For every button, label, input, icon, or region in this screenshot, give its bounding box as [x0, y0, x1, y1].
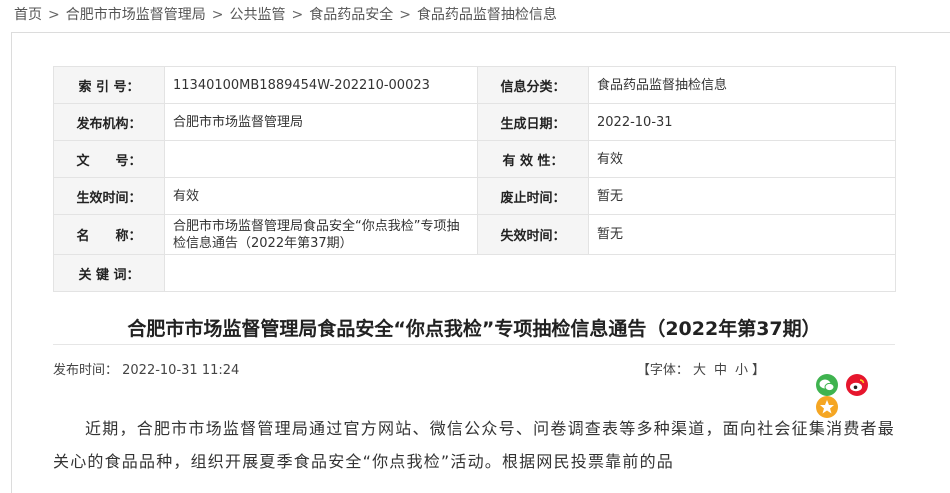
doc-number-value [164, 140, 478, 178]
validity-label: 有 效 性： [477, 140, 589, 178]
table-row: 关 键 词： [53, 254, 896, 292]
category-value: 食品药品监督抽检信息 [588, 66, 896, 104]
publisher-label: 发布机构： [53, 103, 165, 141]
breadcrumb-separator: > [48, 7, 60, 23]
breadcrumb-public-supervision[interactable]: 公共监管 [229, 7, 285, 23]
table-row: 名 称： 合肥市市场监督管理局食品安全“你点我检”专项抽检信息通告（2022年第… [53, 214, 896, 255]
validity-value: 有效 [588, 140, 896, 178]
repeal-time-label: 废止时间： [477, 177, 589, 215]
article-title: 合肥市市场监督管理局食品安全“你点我检”专项抽检信息通告（2022年第37期） [127, 318, 821, 340]
doc-number-label: 文 号： [53, 140, 165, 178]
breadcrumb-current[interactable]: 食品药品监督抽检信息 [417, 7, 557, 23]
table-row: 索 引 号： 11340100MB1889454W-202210-00023 信… [53, 66, 896, 104]
font-size-close: 】 [751, 363, 765, 378]
index-value: 11340100MB1889454W-202210-00023 [164, 66, 478, 104]
metadata-table: 索 引 号： 11340100MB1889454W-202210-00023 信… [53, 66, 896, 292]
name-label: 名 称： [53, 214, 165, 255]
effective-time-label: 生效时间： [53, 177, 165, 215]
article-paragraph: 近期，合肥市市场监督管理局通过官方网站、微信公众号、问卷调查表等多种渠道，面向社… [53, 419, 895, 471]
name-value: 合肥市市场监督管理局食品安全“你点我检”专项抽检信息通告（2022年第37期） [164, 214, 478, 255]
article-body: 近期，合肥市市场监督管理局通过官方网站、微信公众号、问卷调查表等多种渠道，面向社… [53, 412, 895, 478]
repeal-time-value: 暂无 [588, 177, 896, 215]
table-row: 生效时间： 有效 废止时间： 暂无 [53, 177, 896, 215]
publish-time: 发布时间： 2022-10-31 11:24 [53, 363, 240, 378]
keywords-label: 关 键 词： [53, 254, 165, 292]
created-date-label: 生成日期： [477, 103, 589, 141]
publisher-value: 合肥市市场监督管理局 [164, 103, 478, 141]
keywords-value [164, 254, 896, 292]
breadcrumb-separator: > [399, 7, 411, 23]
table-row: 文 号： 有 效 性： 有效 [53, 140, 896, 178]
effective-time-value: 有效 [164, 177, 478, 215]
expire-time-value: 暂无 [588, 214, 896, 255]
index-label: 索 引 号： [53, 66, 165, 104]
created-date-value: 2022-10-31 [588, 103, 896, 141]
font-large-button[interactable]: 大 [693, 363, 706, 378]
font-small-button[interactable]: 小 [735, 363, 748, 378]
table-row: 发布机构： 合肥市市场监督管理局 生成日期： 2022-10-31 [53, 103, 896, 141]
font-size-control: 【字体： 大中小】 [637, 359, 765, 378]
font-size-label: 【字体： [636, 363, 689, 378]
article-info-bar: 发布时间： 2022-10-31 11:24 【字体： 大中小】 [53, 344, 895, 418]
breadcrumb: 首页 > 合肥市市场监督管理局 > 公共监管 > 食品药品安全 > 食品药品监督抽检信息 [14, 3, 557, 27]
breadcrumb-separator: > [211, 7, 224, 23]
breadcrumb-separator: > [291, 7, 304, 23]
weibo-icon[interactable] [846, 374, 868, 396]
category-label: 信息分类： [477, 66, 589, 104]
font-medium-button[interactable]: 中 [714, 363, 727, 378]
wechat-icon[interactable] [816, 374, 838, 396]
breadcrumb-food-drug-safety[interactable]: 食品药品安全 [309, 7, 393, 23]
expire-time-label: 失效时间： [477, 214, 589, 255]
breadcrumb-bureau[interactable]: 合肥市市场监督管理局 [66, 7, 206, 23]
breadcrumb-home[interactable]: 首页 [14, 7, 42, 23]
